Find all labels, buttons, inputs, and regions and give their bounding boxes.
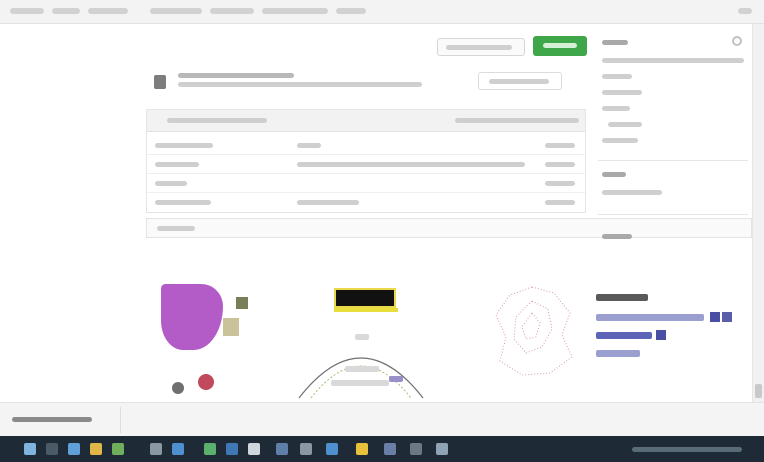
windows-start-icon[interactable] [24, 443, 36, 455]
table-header [147, 110, 585, 132]
app-icon[interactable] [436, 443, 448, 455]
taskbar [0, 436, 764, 462]
row-message [297, 162, 525, 167]
sidebar-item[interactable] [602, 138, 638, 143]
link-badge [656, 330, 666, 340]
app-icon[interactable] [112, 443, 124, 455]
page-title [150, 38, 300, 54]
table-row[interactable] [147, 155, 585, 174]
row-name[interactable] [155, 162, 199, 167]
status-label-placeholder [12, 417, 92, 422]
sidebar-section-title [602, 234, 632, 239]
link-item[interactable] [596, 332, 652, 339]
file-description [178, 82, 422, 87]
sidebar-section-title [602, 172, 626, 177]
breadcrumb-segment[interactable] [210, 8, 254, 14]
illustration-dark-circle [172, 382, 184, 394]
vertical-scrollbar[interactable] [752, 24, 764, 402]
sidebar-title [602, 40, 628, 45]
app-icon[interactable] [276, 443, 288, 455]
share-button-label [446, 45, 512, 50]
sidebar-item[interactable] [608, 122, 642, 127]
row-message [297, 200, 359, 205]
row-name[interactable] [155, 200, 211, 205]
logo-badge [334, 288, 396, 308]
link-badge [722, 312, 732, 322]
file-icon [154, 75, 166, 89]
sidebar-item[interactable] [602, 74, 632, 79]
file-name[interactable] [178, 73, 294, 78]
illustration-red-circle [198, 374, 214, 390]
sidebar-divider [598, 160, 748, 161]
app-icon[interactable] [172, 443, 184, 455]
breadcrumb-segment[interactable] [10, 8, 44, 14]
sidebar-item [602, 58, 744, 63]
row-age [545, 181, 575, 186]
sidebar-item[interactable] [602, 106, 630, 111]
share-button[interactable] [437, 38, 525, 56]
row-message [297, 143, 321, 148]
breadcrumb-segment[interactable] [262, 8, 328, 14]
sidebar-section-item[interactable] [602, 190, 662, 195]
logo-underline [334, 308, 398, 312]
status-divider [120, 407, 121, 433]
app-icon[interactable] [300, 443, 312, 455]
illustration-arc [298, 334, 424, 399]
folder-icon[interactable] [90, 443, 102, 455]
about-sidebar [594, 28, 752, 260]
table-header-right [455, 118, 579, 123]
primary-action-button[interactable] [533, 36, 587, 56]
row-name[interactable] [155, 181, 187, 186]
readme-bar-label [157, 226, 195, 231]
browser-window [0, 0, 764, 462]
table-header-left [167, 118, 267, 123]
status-bar [0, 402, 764, 436]
app-icon[interactable] [226, 443, 238, 455]
scrollbar-thumb[interactable] [755, 384, 762, 398]
table-row[interactable] [147, 174, 585, 193]
link-badge [710, 312, 720, 322]
app-icon[interactable] [384, 443, 396, 455]
illustration-purple-shape [161, 284, 223, 350]
breadcrumb-segment[interactable] [88, 8, 128, 14]
table-row[interactable] [147, 136, 585, 155]
breadcrumb-segment[interactable] [52, 8, 80, 14]
close-icon[interactable] [738, 8, 752, 14]
readme-link-list [596, 288, 746, 368]
illustration-tan-square [223, 318, 239, 336]
row-name[interactable] [155, 143, 213, 148]
breadcrumb-segment[interactable] [336, 8, 366, 14]
taskview-icon[interactable] [68, 443, 80, 455]
row-age [545, 162, 575, 167]
app-icon[interactable] [248, 443, 260, 455]
illustration-dotted-figure [495, 286, 573, 376]
table-row[interactable] [147, 193, 585, 212]
system-tray-items[interactable] [632, 447, 742, 452]
app-icon[interactable] [204, 443, 216, 455]
primary-action-label [543, 43, 577, 48]
sidebar-item[interactable] [602, 90, 642, 95]
readme-heading [160, 256, 280, 274]
app-icon[interactable] [326, 443, 338, 455]
row-age [545, 200, 575, 205]
search-icon[interactable] [46, 443, 58, 455]
gear-icon[interactable] [732, 36, 742, 46]
app-icon[interactable] [150, 443, 162, 455]
file-table [146, 109, 586, 213]
sidebar-divider [598, 214, 748, 215]
link-item[interactable] [596, 314, 704, 321]
open-button[interactable] [478, 72, 562, 90]
link-item[interactable] [596, 294, 648, 301]
illustration-olive-square [236, 297, 248, 309]
breadcrumb-segment[interactable] [150, 8, 202, 14]
browser-address-bar[interactable] [0, 0, 764, 24]
link-item[interactable] [596, 350, 640, 357]
app-icon[interactable] [410, 443, 422, 455]
app-icon[interactable] [356, 443, 368, 455]
row-age [545, 143, 575, 148]
open-button-label [489, 79, 549, 84]
